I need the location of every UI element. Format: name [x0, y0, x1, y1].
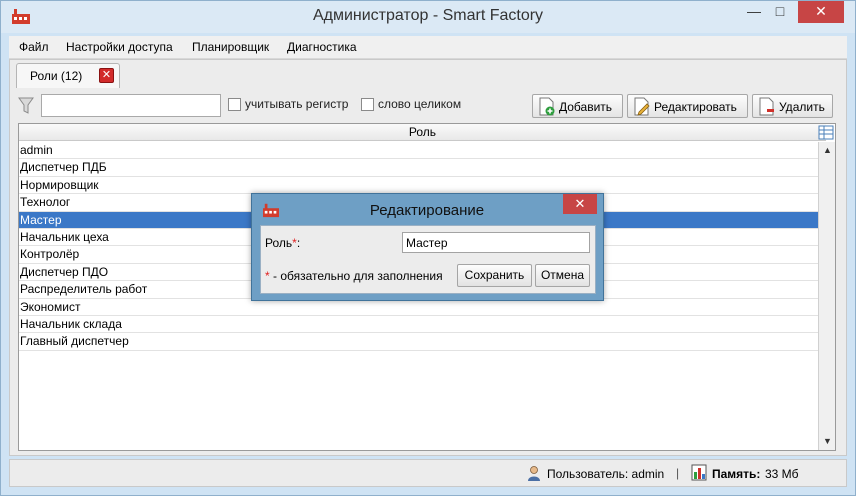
- filter-icon: [18, 97, 34, 114]
- vertical-scrollbar[interactable]: ▲ ▼: [818, 142, 835, 450]
- menu-access-settings[interactable]: Настройки доступа: [66, 40, 173, 54]
- edit-document-icon: [634, 97, 650, 116]
- menu-scheduler[interactable]: Планировщик: [192, 40, 269, 54]
- memory-label: Память:: [712, 467, 761, 481]
- add-button-label: Добавить: [559, 100, 613, 114]
- memory-value: 33 Мб: [765, 467, 799, 481]
- tab-close-icon[interactable]: ✕: [99, 68, 114, 83]
- table-row[interactable]: Экономист: [19, 299, 818, 316]
- add-button[interactable]: Добавить: [532, 94, 623, 118]
- dialog-body: Роль*: * - обязательно для заполнения Со…: [260, 225, 596, 294]
- scroll-up-icon[interactable]: ▲: [820, 143, 835, 157]
- menu-file[interactable]: Файл: [19, 40, 49, 54]
- dialog-title: Редактирование: [369, 202, 485, 219]
- memory-chart-icon: [691, 464, 707, 481]
- table-row[interactable]: Начальник склада: [19, 316, 818, 334]
- add-document-icon: [539, 97, 555, 116]
- window-title: Администратор - Smart Factory: [312, 7, 544, 24]
- table-row[interactable]: admin: [19, 142, 818, 160]
- case-sensitive-checkbox[interactable]: [228, 98, 241, 111]
- required-note: * - обязательно для заполнения: [265, 269, 443, 283]
- scroll-down-icon[interactable]: ▼: [820, 434, 835, 448]
- title-bar: Администратор - Smart Factory — □ ✕: [1, 1, 855, 33]
- table-row[interactable]: Диспетчер ПДБ: [19, 159, 818, 177]
- menu-bar: Файл Настройки доступа Планировщик Диагн…: [9, 36, 847, 59]
- whole-word-label: слово целиком: [378, 97, 462, 111]
- status-separator: |: [676, 466, 680, 480]
- edit-button-label: Редактировать: [654, 100, 737, 114]
- tab-roles[interactable]: Роли (12) ✕: [16, 63, 120, 88]
- tab-roles-label: Роли (12): [30, 69, 83, 83]
- dialog-close-button[interactable]: ✕: [563, 194, 597, 214]
- delete-button-label: Удалить: [779, 100, 825, 114]
- table-row[interactable]: Главный диспетчер: [19, 333, 818, 351]
- column-chooser-icon[interactable]: [818, 125, 834, 140]
- whole-word-checkbox[interactable]: [361, 98, 374, 111]
- close-window-button[interactable]: ✕: [798, 1, 844, 23]
- case-sensitive-label: учитывать регистр: [245, 97, 349, 111]
- delete-document-icon: [759, 97, 774, 116]
- cancel-button[interactable]: Отмена: [535, 264, 590, 287]
- search-input[interactable]: [41, 94, 221, 117]
- minimize-button[interactable]: —: [741, 1, 767, 23]
- status-user: Пользователь: admin: [547, 467, 665, 481]
- edit-button[interactable]: Редактировать: [627, 94, 748, 118]
- maximize-button[interactable]: □: [767, 1, 793, 23]
- main-window: Администратор - Smart Factory — □ ✕ Файл…: [0, 0, 856, 496]
- delete-button[interactable]: Удалить: [752, 94, 833, 118]
- menu-diagnostics[interactable]: Диагностика: [287, 40, 357, 54]
- role-field-label: Роль*:: [265, 236, 301, 250]
- user-icon: [528, 466, 540, 481]
- role-name-input[interactable]: [402, 232, 590, 253]
- edit-dialog: Редактирование ✕ Роль*: * - обязательно …: [251, 193, 604, 301]
- column-header-role[interactable]: Роль: [19, 124, 826, 141]
- status-bar: Пользователь: admin | Память: 33 Мб: [9, 459, 847, 487]
- table-row[interactable]: Нормировщик: [19, 177, 818, 195]
- save-button[interactable]: Сохранить: [457, 264, 532, 287]
